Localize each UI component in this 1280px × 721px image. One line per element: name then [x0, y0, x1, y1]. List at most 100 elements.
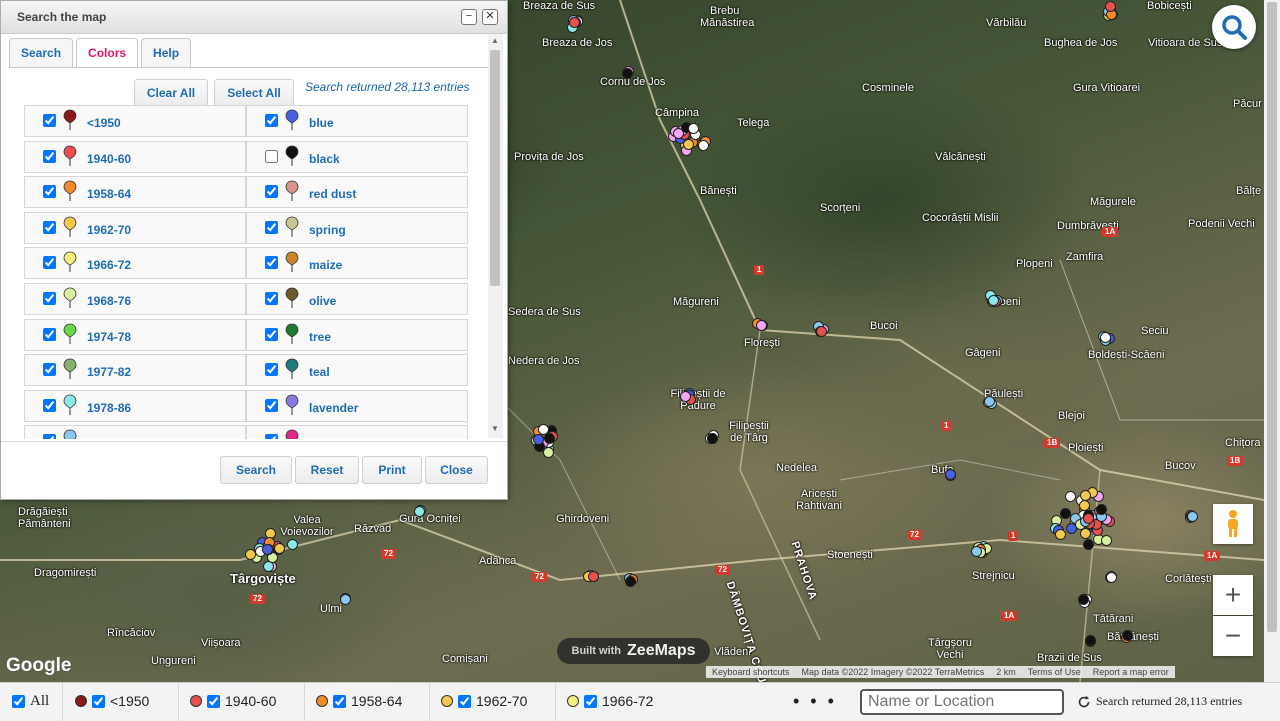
color-checkbox[interactable]	[43, 398, 56, 412]
map-marker[interactable]	[1099, 331, 1111, 343]
color-filter-item[interactable]: 1968-76	[24, 283, 246, 315]
close-button[interactable]: Close	[425, 456, 488, 484]
legend-checkbox[interactable]	[458, 694, 471, 708]
map-marker[interactable]	[339, 593, 351, 605]
color-checkbox[interactable]	[265, 114, 278, 127]
color-checkbox[interactable]	[265, 363, 278, 377]
legend-checkbox[interactable]	[584, 694, 597, 708]
scroll-down-icon[interactable]: ▼	[491, 424, 499, 433]
map-marker[interactable]	[1105, 572, 1117, 584]
color-filter-item[interactable]	[24, 425, 246, 439]
color-filter-item[interactable]: <1950	[24, 105, 246, 137]
color-filter-item[interactable]: maize	[246, 247, 468, 280]
color-checkbox[interactable]	[43, 149, 56, 163]
color-filter-item[interactable]: 1974-78	[24, 318, 246, 351]
select-all-button[interactable]: Select All	[214, 79, 294, 107]
color-filter-item[interactable]: blue	[246, 105, 468, 137]
map-marker[interactable]	[683, 138, 695, 150]
color-filter-item[interactable]: 1962-70	[24, 211, 246, 244]
color-filter-item[interactable]: 1940-60	[24, 140, 246, 173]
color-checkbox[interactable]	[265, 434, 278, 439]
legend-item[interactable]: <1950	[75, 693, 149, 709]
tab-search[interactable]: Search	[9, 38, 74, 67]
color-checkbox[interactable]	[265, 256, 278, 270]
color-filter-item[interactable]: 1977-82	[24, 354, 246, 387]
report-error-link[interactable]: Report a map error	[1087, 666, 1175, 678]
map-marker[interactable]	[286, 538, 298, 550]
color-filter-item[interactable]: 1978-86	[24, 389, 246, 422]
keyboard-shortcuts-link[interactable]: Keyboard shortcuts	[706, 666, 796, 678]
zeemaps-badge[interactable]: Built with ZeeMaps	[557, 638, 710, 664]
map-marker[interactable]	[244, 548, 256, 560]
color-checkbox[interactable]	[43, 434, 56, 439]
color-filter-item[interactable]: spring	[246, 211, 468, 244]
map-marker[interactable]	[687, 123, 699, 135]
color-checkbox[interactable]	[43, 256, 56, 270]
minimize-button[interactable]: −	[461, 9, 477, 25]
legend-item[interactable]: 1958-64	[316, 693, 402, 709]
zoom-in-button[interactable]: +	[1213, 575, 1253, 615]
print-button[interactable]: Print	[362, 456, 422, 484]
color-checkbox[interactable]	[43, 292, 56, 305]
map-marker[interactable]	[697, 139, 709, 151]
search-button[interactable]: Search	[220, 456, 292, 484]
map-marker[interactable]	[1082, 513, 1094, 525]
legend-checkbox[interactable]	[207, 694, 220, 708]
color-checkbox[interactable]	[265, 292, 278, 305]
panel-scrollbar[interactable]: ▲ ▼	[488, 34, 503, 438]
panel-header[interactable]: Search the map − ✕	[1, 1, 507, 34]
color-checkbox[interactable]	[43, 327, 56, 341]
color-checkbox[interactable]	[265, 185, 278, 199]
map-marker[interactable]	[988, 295, 999, 306]
more-legend-button[interactable]: • • •	[793, 691, 837, 712]
tab-help[interactable]: Help	[141, 38, 192, 67]
color-filter-item[interactable]: 1958-64	[24, 176, 246, 209]
map-marker[interactable]	[970, 546, 982, 558]
reset-button[interactable]: Reset	[295, 456, 359, 484]
street-view-pegman[interactable]	[1213, 504, 1253, 544]
map-search-button[interactable]	[1212, 5, 1256, 49]
color-filter-item[interactable]: olive	[246, 283, 468, 315]
color-checkbox[interactable]	[43, 114, 56, 127]
legend-all[interactable]: All	[12, 693, 49, 710]
legend-all-checkbox[interactable]	[12, 695, 25, 708]
color-filter-item[interactable]: tree	[246, 318, 468, 351]
zoom-out-button[interactable]: −	[1213, 616, 1253, 656]
map-marker[interactable]	[1122, 629, 1134, 641]
color-checkbox[interactable]	[265, 220, 278, 234]
terms-link[interactable]: Terms of Use	[1022, 666, 1087, 678]
map-marker[interactable]	[533, 433, 545, 445]
color-filter-item[interactable]: black	[246, 140, 468, 173]
map-marker[interactable]	[945, 468, 957, 480]
location-input[interactable]	[860, 689, 1064, 715]
color-checkbox[interactable]	[265, 327, 278, 341]
legend-checkbox[interactable]	[333, 694, 346, 708]
scroll-up-icon[interactable]: ▲	[491, 36, 499, 45]
map-marker[interactable]	[273, 543, 285, 555]
legend-item[interactable]: 1966-72	[567, 693, 653, 709]
map-marker[interactable]	[625, 575, 637, 587]
map-marker[interactable]	[816, 325, 828, 337]
legend-item[interactable]: 1940-60	[190, 693, 276, 709]
page-scrollbar[interactable]	[1264, 0, 1280, 682]
map-marker[interactable]	[707, 432, 718, 444]
map-marker[interactable]	[1085, 634, 1096, 646]
map-marker[interactable]	[1100, 534, 1112, 546]
map-marker[interactable]	[1080, 489, 1092, 501]
legend-checkbox[interactable]	[92, 694, 105, 708]
refresh-icon[interactable]	[1077, 695, 1091, 709]
color-checkbox[interactable]	[265, 398, 278, 412]
legend-item[interactable]: 1962-70	[441, 693, 527, 709]
panel-scrollbar-thumb[interactable]	[490, 50, 500, 286]
tab-colors[interactable]: Colors	[76, 38, 139, 68]
color-filter-item[interactable]: 1966-72	[24, 247, 246, 280]
color-checkbox[interactable]	[43, 220, 56, 234]
color-filter-item[interactable]: teal	[246, 354, 468, 387]
map-marker[interactable]	[262, 543, 274, 555]
page-scrollbar-thumb[interactable]	[1267, 2, 1277, 632]
color-filter-item[interactable]: red dust	[246, 176, 468, 209]
map-marker[interactable]	[1186, 511, 1198, 523]
map-marker[interactable]	[1079, 527, 1091, 539]
color-filter-item[interactable]: lavender	[246, 389, 468, 422]
map-marker[interactable]	[1082, 538, 1094, 550]
